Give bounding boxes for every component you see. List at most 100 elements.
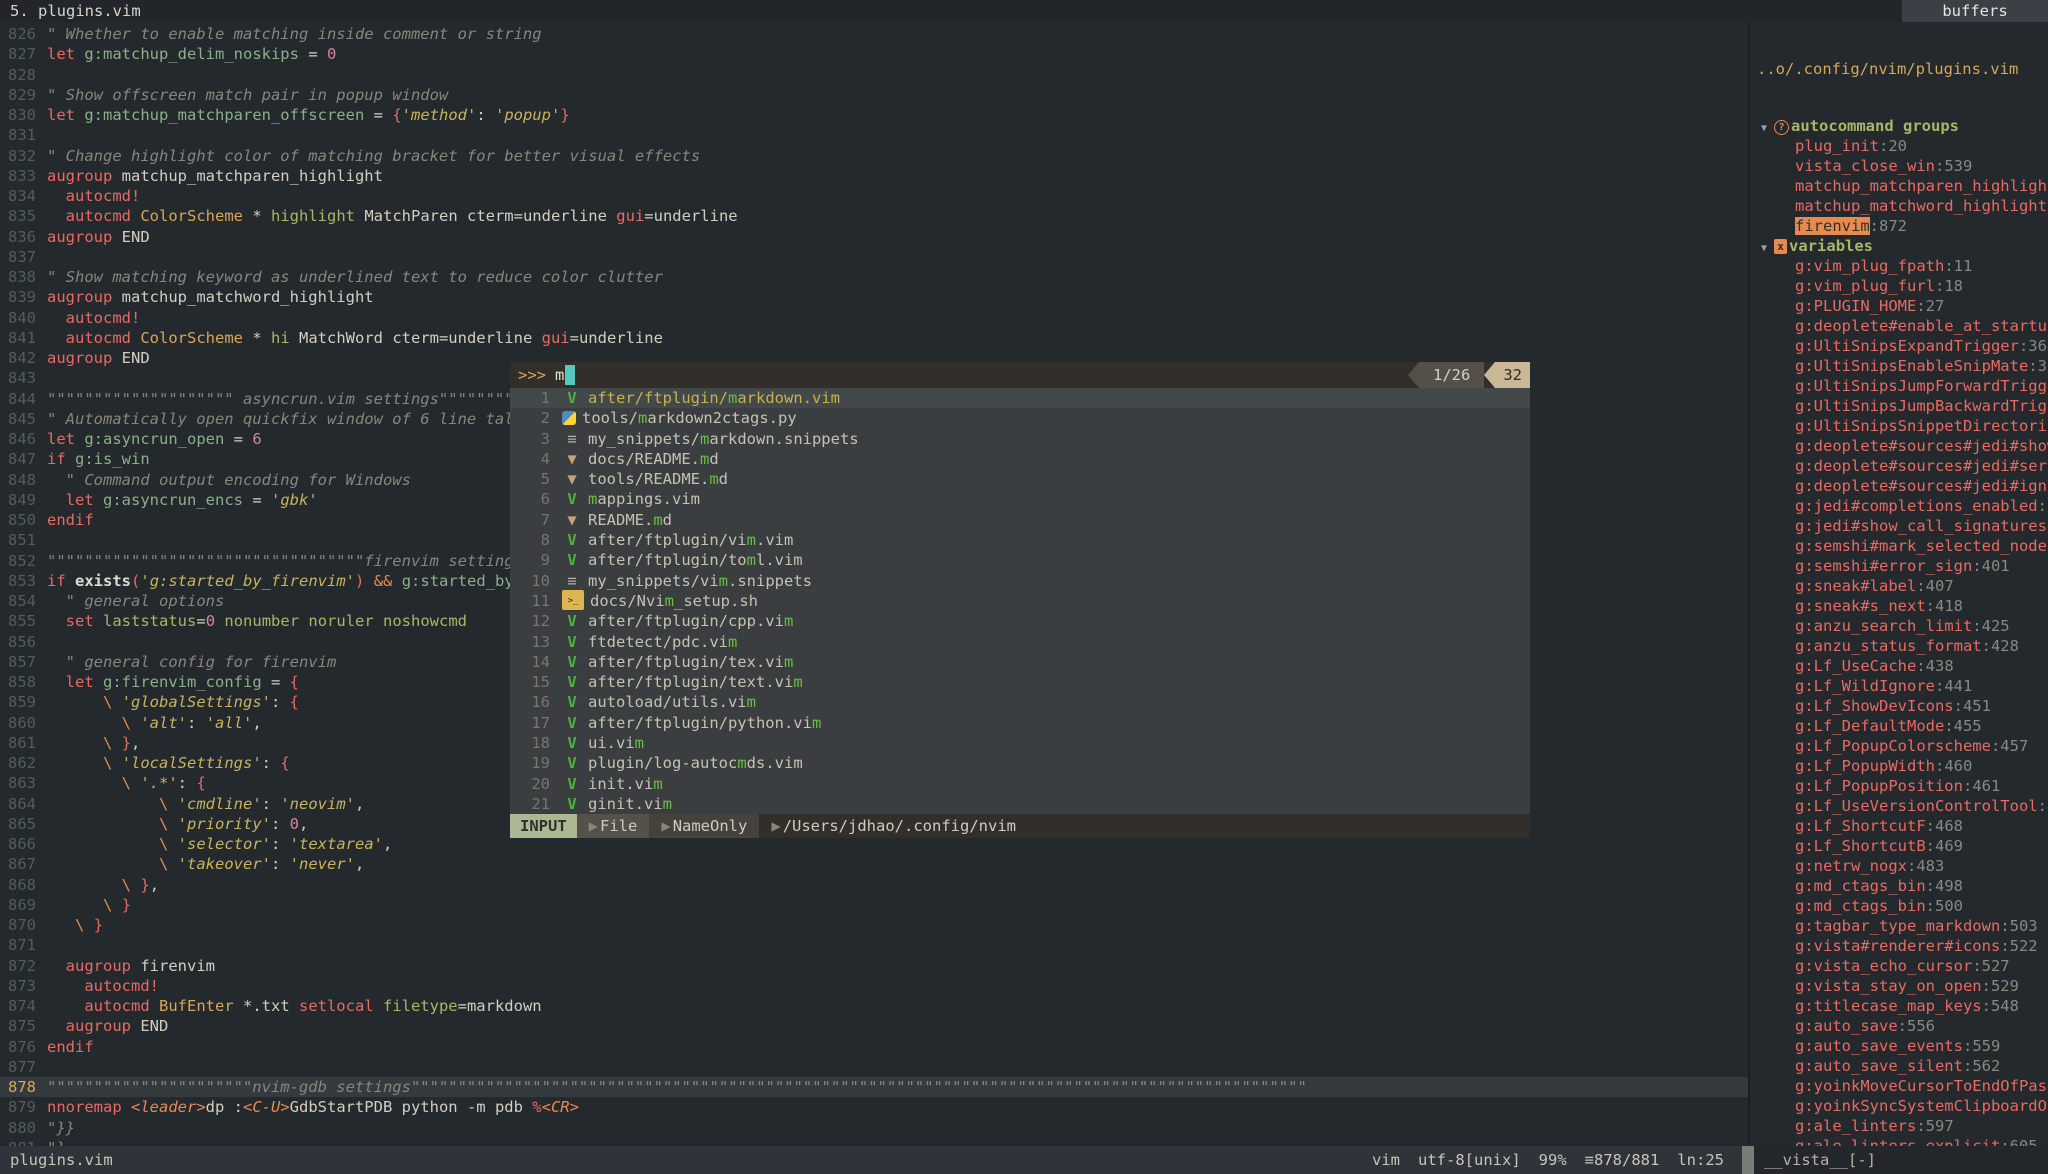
sidebar-tag-item[interactable]: g:jedi#completions_enabled:3: [1752, 496, 2048, 516]
finder-result-row[interactable]: 14Vafter/ftplugin/tex.vim: [510, 652, 1530, 672]
code-line[interactable]: 836augroup END: [0, 227, 1748, 247]
sidebar-tag-item[interactable]: g:md_ctags_bin:500: [1752, 896, 2048, 916]
sidebar-tag-item[interactable]: g:vista#renderer#icons:522: [1752, 936, 2048, 956]
sidebar-tag-item[interactable]: g:md_ctags_bin:498: [1752, 876, 2048, 896]
sidebar-tag-item[interactable]: g:Lf_PopupColorscheme:457: [1752, 736, 2048, 756]
finder-result-row[interactable]: 18Vui.vim: [510, 733, 1530, 753]
code-line[interactable]: 839augroup matchup_matchword_highlight: [0, 287, 1748, 307]
finder-result-row[interactable]: 11>_docs/Nvim_setup.sh: [510, 591, 1530, 611]
sidebar-tag-item[interactable]: g:Lf_PopupPosition:461: [1752, 776, 2048, 796]
sidebar-tag-item[interactable]: g:sneak#label:407: [1752, 576, 2048, 596]
finder-result-row[interactable]: 1Vafter/ftplugin/markdown.vim: [510, 388, 1530, 408]
sidebar-tag-item[interactable]: g:Lf_WildIgnore:441: [1752, 676, 2048, 696]
finder-result-row[interactable]: 21Vginit.vim: [510, 794, 1530, 814]
sidebar-tag-item[interactable]: vista_close_win:539: [1752, 156, 2048, 176]
finder-result-row[interactable]: 12Vafter/ftplugin/cpp.vim: [510, 611, 1530, 631]
code-line[interactable]: 828: [0, 65, 1748, 85]
sidebar-tag-item[interactable]: g:vista_echo_cursor:527: [1752, 956, 2048, 976]
code-line[interactable]: 877: [0, 1057, 1748, 1077]
sidebar-tag-item[interactable]: g:vim_plug_furl:18: [1752, 276, 2048, 296]
sidebar-tag-item[interactable]: g:yoinkMoveCursorToEndOfPast: [1752, 1076, 2048, 1096]
sidebar-tag-item[interactable]: g:jedi#show_call_signatures:: [1752, 516, 2048, 536]
sidebar-tag-item[interactable]: g:Lf_PopupWidth:460: [1752, 756, 2048, 776]
sidebar-tag-item[interactable]: g:deoplete#sources#jedi#show: [1752, 436, 2048, 456]
code-line[interactable]: 871: [0, 935, 1748, 955]
finder-result-row[interactable]: 7▼README.md: [510, 510, 1530, 530]
finder-result-row[interactable]: 15Vafter/ftplugin/text.vim: [510, 672, 1530, 692]
finder-result-row[interactable]: 8Vafter/ftplugin/vim.vim: [510, 530, 1530, 550]
sidebar-tag-item[interactable]: g:UltiSnipsSnippetDirectorie: [1752, 416, 2048, 436]
sidebar-tag-item[interactable]: matchup_matchparen_highlight: [1752, 176, 2048, 196]
sidebar-tag-item[interactable]: g:ale_linters:597: [1752, 1116, 2048, 1136]
finder-result-row[interactable]: 19Vplugin/log-autocmds.vim: [510, 753, 1530, 773]
sidebar-tag-item[interactable]: g:auto_save_events:559: [1752, 1036, 2048, 1056]
sidebar-tag-item[interactable]: g:titlecase_map_keys:548: [1752, 996, 2048, 1016]
code-line[interactable]: 832" Change highlight color of matching …: [0, 146, 1748, 166]
sidebar-tag-item[interactable]: g:Lf_ShortcutF:468: [1752, 816, 2048, 836]
sidebar-tag-item[interactable]: g:UltiSnipsEnableSnipMate:36: [1752, 356, 2048, 376]
finder-result-row[interactable]: 9Vafter/ftplugin/toml.vim: [510, 550, 1530, 570]
finder-result-row[interactable]: 6Vmappings.vim: [510, 489, 1530, 509]
sidebar-section-header[interactable]: ▼xvariables: [1752, 236, 2048, 256]
code-line[interactable]: 867 \ 'takeover': 'never',: [0, 854, 1748, 874]
finder-result-row[interactable]: 10≡my_snippets/vim.snippets: [510, 571, 1530, 591]
sidebar-tag-item[interactable]: g:tagbar_type_markdown:503: [1752, 916, 2048, 936]
code-line[interactable]: 878""""""""""""""""""""""nvim-gdb settin…: [0, 1077, 1748, 1097]
code-line[interactable]: 876endif: [0, 1037, 1748, 1057]
code-line[interactable]: 827let g:matchup_delim_noskips = 0: [0, 44, 1748, 64]
sidebar-tag-item[interactable]: g:PLUGIN_HOME:27: [1752, 296, 2048, 316]
finder-result-row[interactable]: 2tools/markdown2ctags.py: [510, 408, 1530, 428]
sidebar-tag-item[interactable]: g:deoplete#sources#jedi#serv: [1752, 456, 2048, 476]
sidebar-tag-item[interactable]: g:Lf_ShowDevIcons:451: [1752, 696, 2048, 716]
finder-result-row[interactable]: 3≡my_snippets/markdown.snippets: [510, 429, 1530, 449]
code-line[interactable]: 880"}}: [0, 1118, 1748, 1138]
code-line[interactable]: 829" Show offscreen match pair in popup …: [0, 85, 1748, 105]
code-line[interactable]: 830let g:matchup_matchparen_offscreen = …: [0, 105, 1748, 125]
sidebar-tag-item[interactable]: g:UltiSnipsExpandTrigger:364: [1752, 336, 2048, 356]
finder-result-row[interactable]: 5▼tools/README.md: [510, 469, 1530, 489]
sidebar-tag-item[interactable]: g:deoplete#sources#jedi#igno: [1752, 476, 2048, 496]
sidebar-tag-item[interactable]: g:vim_plug_fpath:11: [1752, 256, 2048, 276]
code-line[interactable]: 875 augroup END: [0, 1016, 1748, 1036]
sidebar-tag-item[interactable]: g:auto_save:556: [1752, 1016, 2048, 1036]
sidebar-tag-item[interactable]: plug_init:20: [1752, 136, 2048, 156]
sidebar-tag-item[interactable]: g:Lf_DefaultMode:455: [1752, 716, 2048, 736]
code-line[interactable]: 837: [0, 247, 1748, 267]
code-line[interactable]: 879nnoremap <leader>dp :<C-U>GdbStartPDB…: [0, 1097, 1748, 1117]
tab-current-buffer[interactable]: 5. plugins.vim: [0, 2, 141, 20]
code-line[interactable]: 870 \ }: [0, 915, 1748, 935]
code-line[interactable]: 834 autocmd!: [0, 186, 1748, 206]
sidebar-tag-item[interactable]: g:yoinkSyncSystemClipboardOn: [1752, 1096, 2048, 1116]
code-line[interactable]: 872 augroup firenvim: [0, 956, 1748, 976]
finder-result-row[interactable]: 13Vftdetect/pdc.vim: [510, 632, 1530, 652]
sidebar-tag-item[interactable]: g:auto_save_silent:562: [1752, 1056, 2048, 1076]
code-line[interactable]: 874 autocmd BufEnter *.txt setlocal file…: [0, 996, 1748, 1016]
code-line[interactable]: 833augroup matchup_matchparen_highlight: [0, 166, 1748, 186]
finder-result-row[interactable]: 4▼docs/README.md: [510, 449, 1530, 469]
sidebar-section-header[interactable]: ▼?autocommand groups: [1752, 116, 2048, 136]
sidebar-tag-item[interactable]: g:Lf_UseCache:438: [1752, 656, 2048, 676]
sidebar-tag-item[interactable]: g:UltiSnipsJumpForwardTrigge: [1752, 376, 2048, 396]
finder-result-row[interactable]: 20Vinit.vim: [510, 774, 1530, 794]
code-line[interactable]: 869 \ }: [0, 895, 1748, 915]
code-line[interactable]: 838" Show matching keyword as underlined…: [0, 267, 1748, 287]
sidebar-tag-item[interactable]: g:anzu_search_limit:425: [1752, 616, 2048, 636]
tab-buffers-label[interactable]: buffers: [1902, 0, 2048, 22]
finder-input-row[interactable]: >>> m 1/26 32: [510, 362, 1530, 388]
code-line[interactable]: 826" Whether to enable matching inside c…: [0, 24, 1748, 44]
code-line[interactable]: 873 autocmd!: [0, 976, 1748, 996]
sidebar-tag-item[interactable]: g:vista_stay_on_open:529: [1752, 976, 2048, 996]
sidebar-tag-item[interactable]: g:UltiSnipsJumpBackwardTrigg: [1752, 396, 2048, 416]
code-line[interactable]: 881"}: [0, 1138, 1748, 1146]
sidebar-tag-item[interactable]: g:Lf_UseVersionControlTool:4: [1752, 796, 2048, 816]
window-separator[interactable]: [1748, 22, 1750, 1174]
sidebar-tag-item[interactable]: matchup_matchword_highlight:: [1752, 196, 2048, 216]
code-line[interactable]: 841 autocmd ColorScheme * hi MatchWord c…: [0, 328, 1748, 348]
finder-query-input[interactable]: m: [546, 366, 564, 384]
sidebar-tag-item[interactable]: g:anzu_status_format:428: [1752, 636, 2048, 656]
finder-result-row[interactable]: 16Vautoload/utils.vim: [510, 692, 1530, 712]
sidebar-tag-item[interactable]: g:ale_linters_explicit:605: [1752, 1136, 2048, 1146]
sidebar-tag-item[interactable]: g:semshi#error_sign:401: [1752, 556, 2048, 576]
code-line[interactable]: 831: [0, 125, 1748, 145]
code-line[interactable]: 835 autocmd ColorScheme * highlight Matc…: [0, 206, 1748, 226]
